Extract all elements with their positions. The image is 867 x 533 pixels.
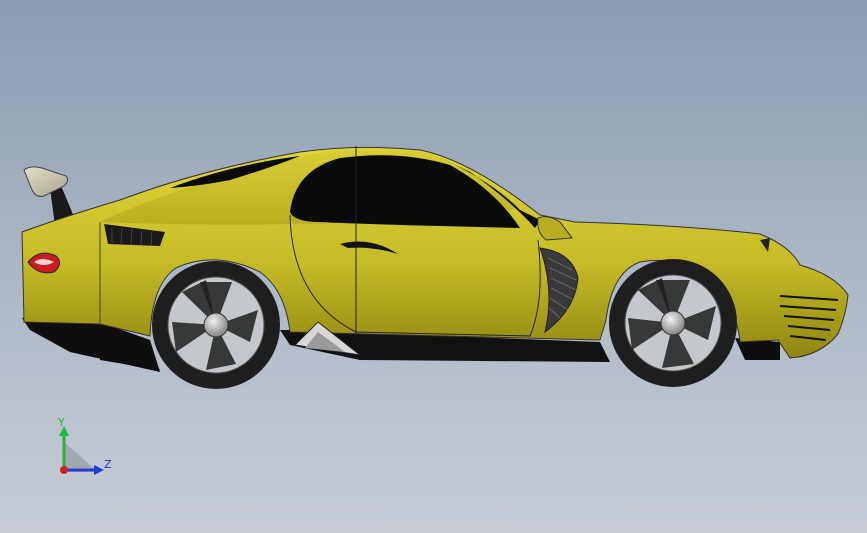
- triad-plane: [64, 442, 98, 472]
- graphics-viewport[interactable]: Y Z: [0, 0, 867, 533]
- y-axis-label: Y: [57, 416, 65, 429]
- front-wheel[interactable]: [609, 259, 737, 387]
- rear-wheel[interactable]: [152, 261, 280, 389]
- car-model[interactable]: [21, 146, 849, 389]
- view-orientation-triad: Y Z: [57, 416, 112, 475]
- side-window: [290, 155, 520, 228]
- z-axis-label: Z: [104, 458, 112, 471]
- z-arrowhead: [94, 465, 104, 475]
- x-axis-dot: [60, 466, 68, 474]
